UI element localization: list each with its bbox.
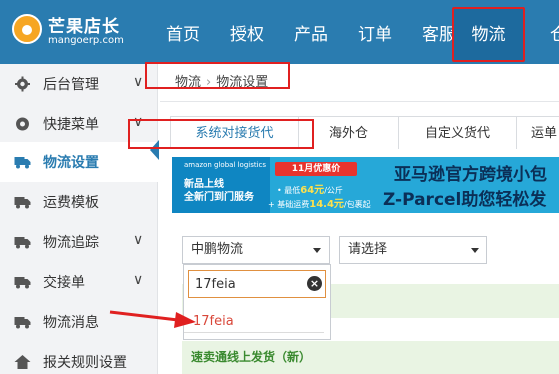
banner-service: 全新门到门服务 — [184, 192, 254, 203]
secondary-select[interactable]: 请选择 — [339, 236, 487, 264]
nav-orders[interactable]: 订单 — [358, 0, 392, 64]
clear-icon[interactable]: × — [307, 276, 322, 291]
annotation-arrow-icon — [109, 310, 196, 328]
provider-select-value: 中鹏物流 — [191, 242, 244, 257]
nav-logistics[interactable]: 物流 — [452, 7, 525, 62]
chevron-down-icon: ∨ — [133, 232, 144, 248]
nav-products[interactable]: 产品 — [294, 0, 328, 64]
sidebar-item-handover[interactable]: 交接单 ∨ — [0, 262, 158, 302]
annotation-box-breadcrumb — [145, 62, 290, 89]
chevron-down-icon: ∨ — [133, 272, 144, 288]
truck-icon — [14, 317, 31, 329]
gear-icon — [15, 76, 30, 92]
chevron-down-icon: ∨ — [133, 74, 144, 90]
caret-down-icon — [313, 248, 321, 253]
nav-customer-service[interactable]: 客服 — [422, 0, 456, 64]
banner-brand: amazon global logistics — [184, 161, 267, 169]
sidebar-item-admin[interactable]: 后台管理 ∨ — [0, 64, 158, 104]
sidebar-item-label: 快捷菜单 — [43, 117, 99, 133]
nav-logistics-label: 物流 — [471, 25, 506, 45]
banner-subtitle: Z-Parcel助您轻松发货 — [383, 190, 547, 210]
promo-banner[interactable]: amazon global logistics 新品上线 全新门到门服务 11月… — [172, 157, 559, 213]
mango-logo-icon — [12, 14, 42, 44]
truck-icon — [14, 237, 31, 249]
sidebar-item-tracking[interactable]: 物流追踪 ∨ — [0, 222, 158, 262]
sidebar-item-label: 交接单 — [43, 275, 85, 291]
sidebar-item-freight-template[interactable]: 运费模板 — [0, 182, 158, 222]
sidebar-item-label: 后台管理 — [43, 77, 99, 93]
logo-url: mangoerp.com — [48, 35, 124, 46]
dropdown-option[interactable]: 17feia — [184, 311, 324, 333]
banner-promo-badge: 11月优惠价 — [275, 162, 357, 176]
annotation-box-tab — [128, 119, 314, 149]
truck-icon — [14, 277, 31, 289]
tab-waybill[interactable]: 运单 — [516, 116, 559, 149]
forwarder-row-label: 速卖通线上发货（新） — [191, 350, 312, 364]
nav-authorize[interactable]: 授权 — [230, 0, 264, 64]
banner-lowest-price: • 最低64元/公斤 — [277, 185, 343, 196]
logo[interactable]: 芒果店长 mangoerp.com — [8, 10, 128, 54]
nav-home[interactable]: 首页 — [166, 0, 200, 64]
banner-title: 亚马逊官方跨境小包 — [394, 165, 547, 185]
sidebar-item-label: 物流设置 — [43, 155, 99, 171]
provider-select[interactable]: 中鹏物流 — [182, 236, 330, 264]
dropdown-search-input[interactable] — [188, 270, 326, 298]
top-nav-bar: 芒果店长 mangoerp.com 首页 授权 产品 订单 客服 物流 仓 — [0, 0, 559, 64]
truck-icon — [14, 197, 31, 209]
sidebar-item-label: 运费模板 — [43, 195, 99, 211]
secondary-select-value: 请选择 — [348, 242, 388, 257]
sidebar-item-label: 报关规则设置 — [43, 355, 127, 371]
sidebar-item-label: 物流追踪 — [43, 235, 99, 251]
caret-down-icon — [471, 248, 479, 253]
sidebar-item-customs-rules[interactable]: 报关规则设置 — [0, 342, 158, 374]
truck-icon — [14, 157, 31, 169]
nav-warehouse[interactable]: 仓 — [550, 0, 559, 64]
app-root: 芒果店长 mangoerp.com 首页 授权 产品 订单 客服 物流 仓 后台… — [0, 0, 559, 374]
forwarder-row[interactable]: 速卖通线上发货（新） — [182, 341, 559, 374]
house-icon — [14, 355, 31, 369]
logo-name: 芒果店长 — [48, 17, 120, 37]
sidebar-item-label: 物流消息 — [43, 315, 99, 331]
banner-base-freight: + 基础运费14.4元/包裹起 — [268, 199, 371, 210]
settings-icon — [16, 117, 29, 131]
tab-custom-forwarders[interactable]: 自定义货代 — [398, 116, 516, 149]
